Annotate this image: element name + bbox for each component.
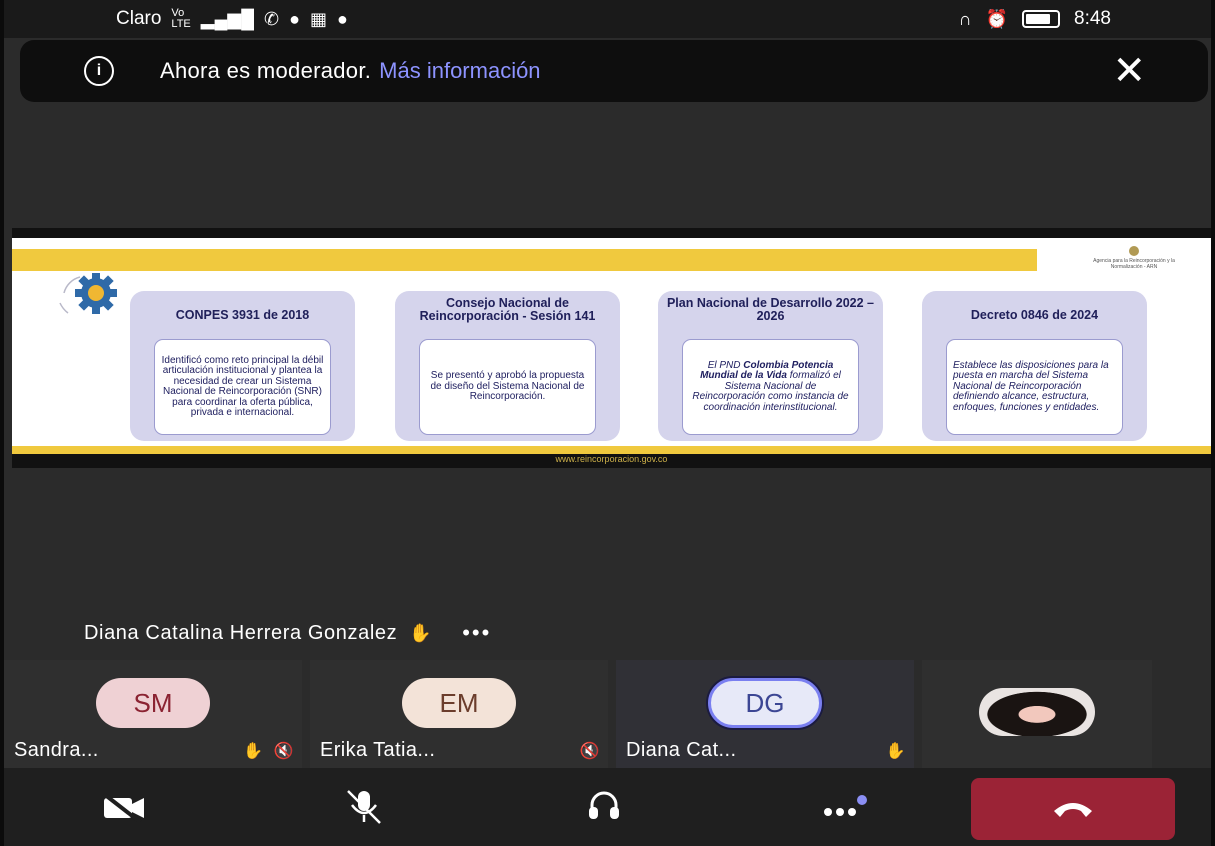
gear-icon bbox=[59, 273, 117, 314]
slide-yellow-band bbox=[12, 249, 1037, 271]
participant-name: Sandra... bbox=[14, 739, 99, 761]
calendar-icon: ▦ bbox=[309, 9, 327, 29]
card-title: Consejo Nacional de Reincorporación - Se… bbox=[419, 296, 596, 324]
slide-url: www.reincorporacion.gov.co bbox=[555, 454, 668, 464]
participant-tile[interactable] bbox=[922, 660, 1152, 768]
raise-hand-icon: ✋ bbox=[409, 622, 433, 643]
arn-logo: Agencia para la Reincorporación y la Nor… bbox=[1079, 246, 1189, 270]
participant-photo bbox=[979, 688, 1095, 736]
speaker-name: Diana Catalina Herrera Gonzalez bbox=[84, 621, 398, 644]
card-title: Decreto 0846 de 2024 bbox=[970, 308, 1099, 322]
headphones-icon: ∩ bbox=[958, 9, 972, 29]
mic-muted-icon: 🔇 bbox=[579, 742, 600, 760]
battery-icon bbox=[1022, 10, 1061, 28]
participant-strip: SM Sandra... ✋ 🔇 EM Erika Tatia... 🔇 DG D… bbox=[4, 660, 1211, 768]
avatar: EM bbox=[402, 678, 516, 728]
avatar: DG bbox=[708, 678, 822, 728]
shared-slide: Agencia para la Reincorporación y la Nor… bbox=[12, 228, 1211, 468]
more-icon bbox=[824, 795, 867, 816]
volte-icon: Vo LTE bbox=[171, 7, 191, 30]
more-options-button[interactable]: ••• bbox=[462, 620, 491, 646]
teams-call-screen: Claro Vo LTE ▂▄▆█ ✆ ● ▦ ● ∩ ⏰ 8:48 i Ahor… bbox=[0, 0, 1215, 846]
headset-icon bbox=[589, 791, 619, 819]
participant-tile[interactable]: EM Erika Tatia... 🔇 bbox=[310, 660, 608, 768]
slide-top-border bbox=[12, 228, 1211, 238]
participant-tile[interactable]: SM Sandra... ✋ 🔇 bbox=[4, 660, 302, 768]
moderator-banner: i Ahora es moderador. Más información ✕ bbox=[20, 40, 1208, 102]
hangup-icon bbox=[1054, 803, 1092, 817]
signal-icon: ▂▄▆█ bbox=[200, 9, 254, 29]
mic-toggle-button[interactable] bbox=[244, 789, 484, 825]
hang-up-button[interactable] bbox=[971, 778, 1175, 840]
clock: 8:48 bbox=[1074, 8, 1111, 29]
mic-off-icon bbox=[347, 790, 381, 824]
participant-name: Erika Tatia... bbox=[320, 739, 436, 761]
crest-icon bbox=[1129, 246, 1139, 256]
carrier-label: Claro bbox=[116, 8, 162, 29]
slide-card: CONPES 3931 de 2018 Identificó como reto… bbox=[130, 291, 355, 441]
raise-hand-icon: ✋ bbox=[885, 742, 906, 760]
more-info-link[interactable]: Más información bbox=[379, 58, 540, 84]
card-body: Establece las disposiciones para la pues… bbox=[946, 339, 1123, 435]
avatar: SM bbox=[96, 678, 210, 728]
active-speaker: Diana Catalina Herrera Gonzalez ✋ ••• bbox=[84, 620, 491, 646]
card-body: Se presentó y aprobó la propuesta de dis… bbox=[419, 339, 596, 435]
slide-card: Plan Nacional de Desarrollo 2022 – 2026 … bbox=[658, 291, 883, 441]
facebook-icon: ● bbox=[336, 9, 348, 29]
participant-name: Diana Cat... bbox=[626, 739, 737, 761]
card-title: CONPES 3931 de 2018 bbox=[175, 308, 310, 322]
camera-off-icon bbox=[102, 792, 144, 822]
close-icon[interactable]: ✕ bbox=[1112, 51, 1146, 91]
status-bar: Claro Vo LTE ▂▄▆█ ✆ ● ▦ ● ∩ ⏰ 8:48 bbox=[4, 0, 1211, 38]
raise-hand-icon: ✋ bbox=[243, 742, 264, 760]
banner-message: Ahora es moderador. bbox=[160, 58, 372, 83]
more-actions-button[interactable] bbox=[724, 792, 964, 822]
alarm-icon: ⏰ bbox=[985, 9, 1009, 29]
slide-yellow-footer bbox=[12, 446, 1211, 454]
mic-muted-icon: 🔇 bbox=[273, 742, 294, 760]
card-body: El PND Colombia Potencia Mundial de la V… bbox=[682, 339, 859, 435]
call-controls bbox=[4, 768, 1211, 846]
info-icon: i bbox=[84, 56, 114, 86]
facebook-icon: ● bbox=[289, 9, 300, 29]
slide-card: Consejo Nacional de Reincorporación - Se… bbox=[395, 291, 620, 441]
call-icon: ✆ bbox=[263, 9, 280, 29]
card-title: Plan Nacional de Desarrollo 2022 – 2026 bbox=[666, 296, 875, 324]
logo-text: Agencia para la Reincorporación y la Nor… bbox=[1093, 258, 1175, 270]
audio-device-button[interactable] bbox=[484, 789, 724, 825]
card-body-prefix: El PND bbox=[707, 359, 741, 371]
card-body: Identificó como reto principal la débil … bbox=[154, 339, 331, 435]
slide-card: Decreto 0846 de 2024 Establece las dispo… bbox=[922, 291, 1147, 441]
participant-tile[interactable]: DG Diana Cat... ✋ bbox=[616, 660, 914, 768]
camera-toggle-button[interactable] bbox=[4, 792, 244, 822]
